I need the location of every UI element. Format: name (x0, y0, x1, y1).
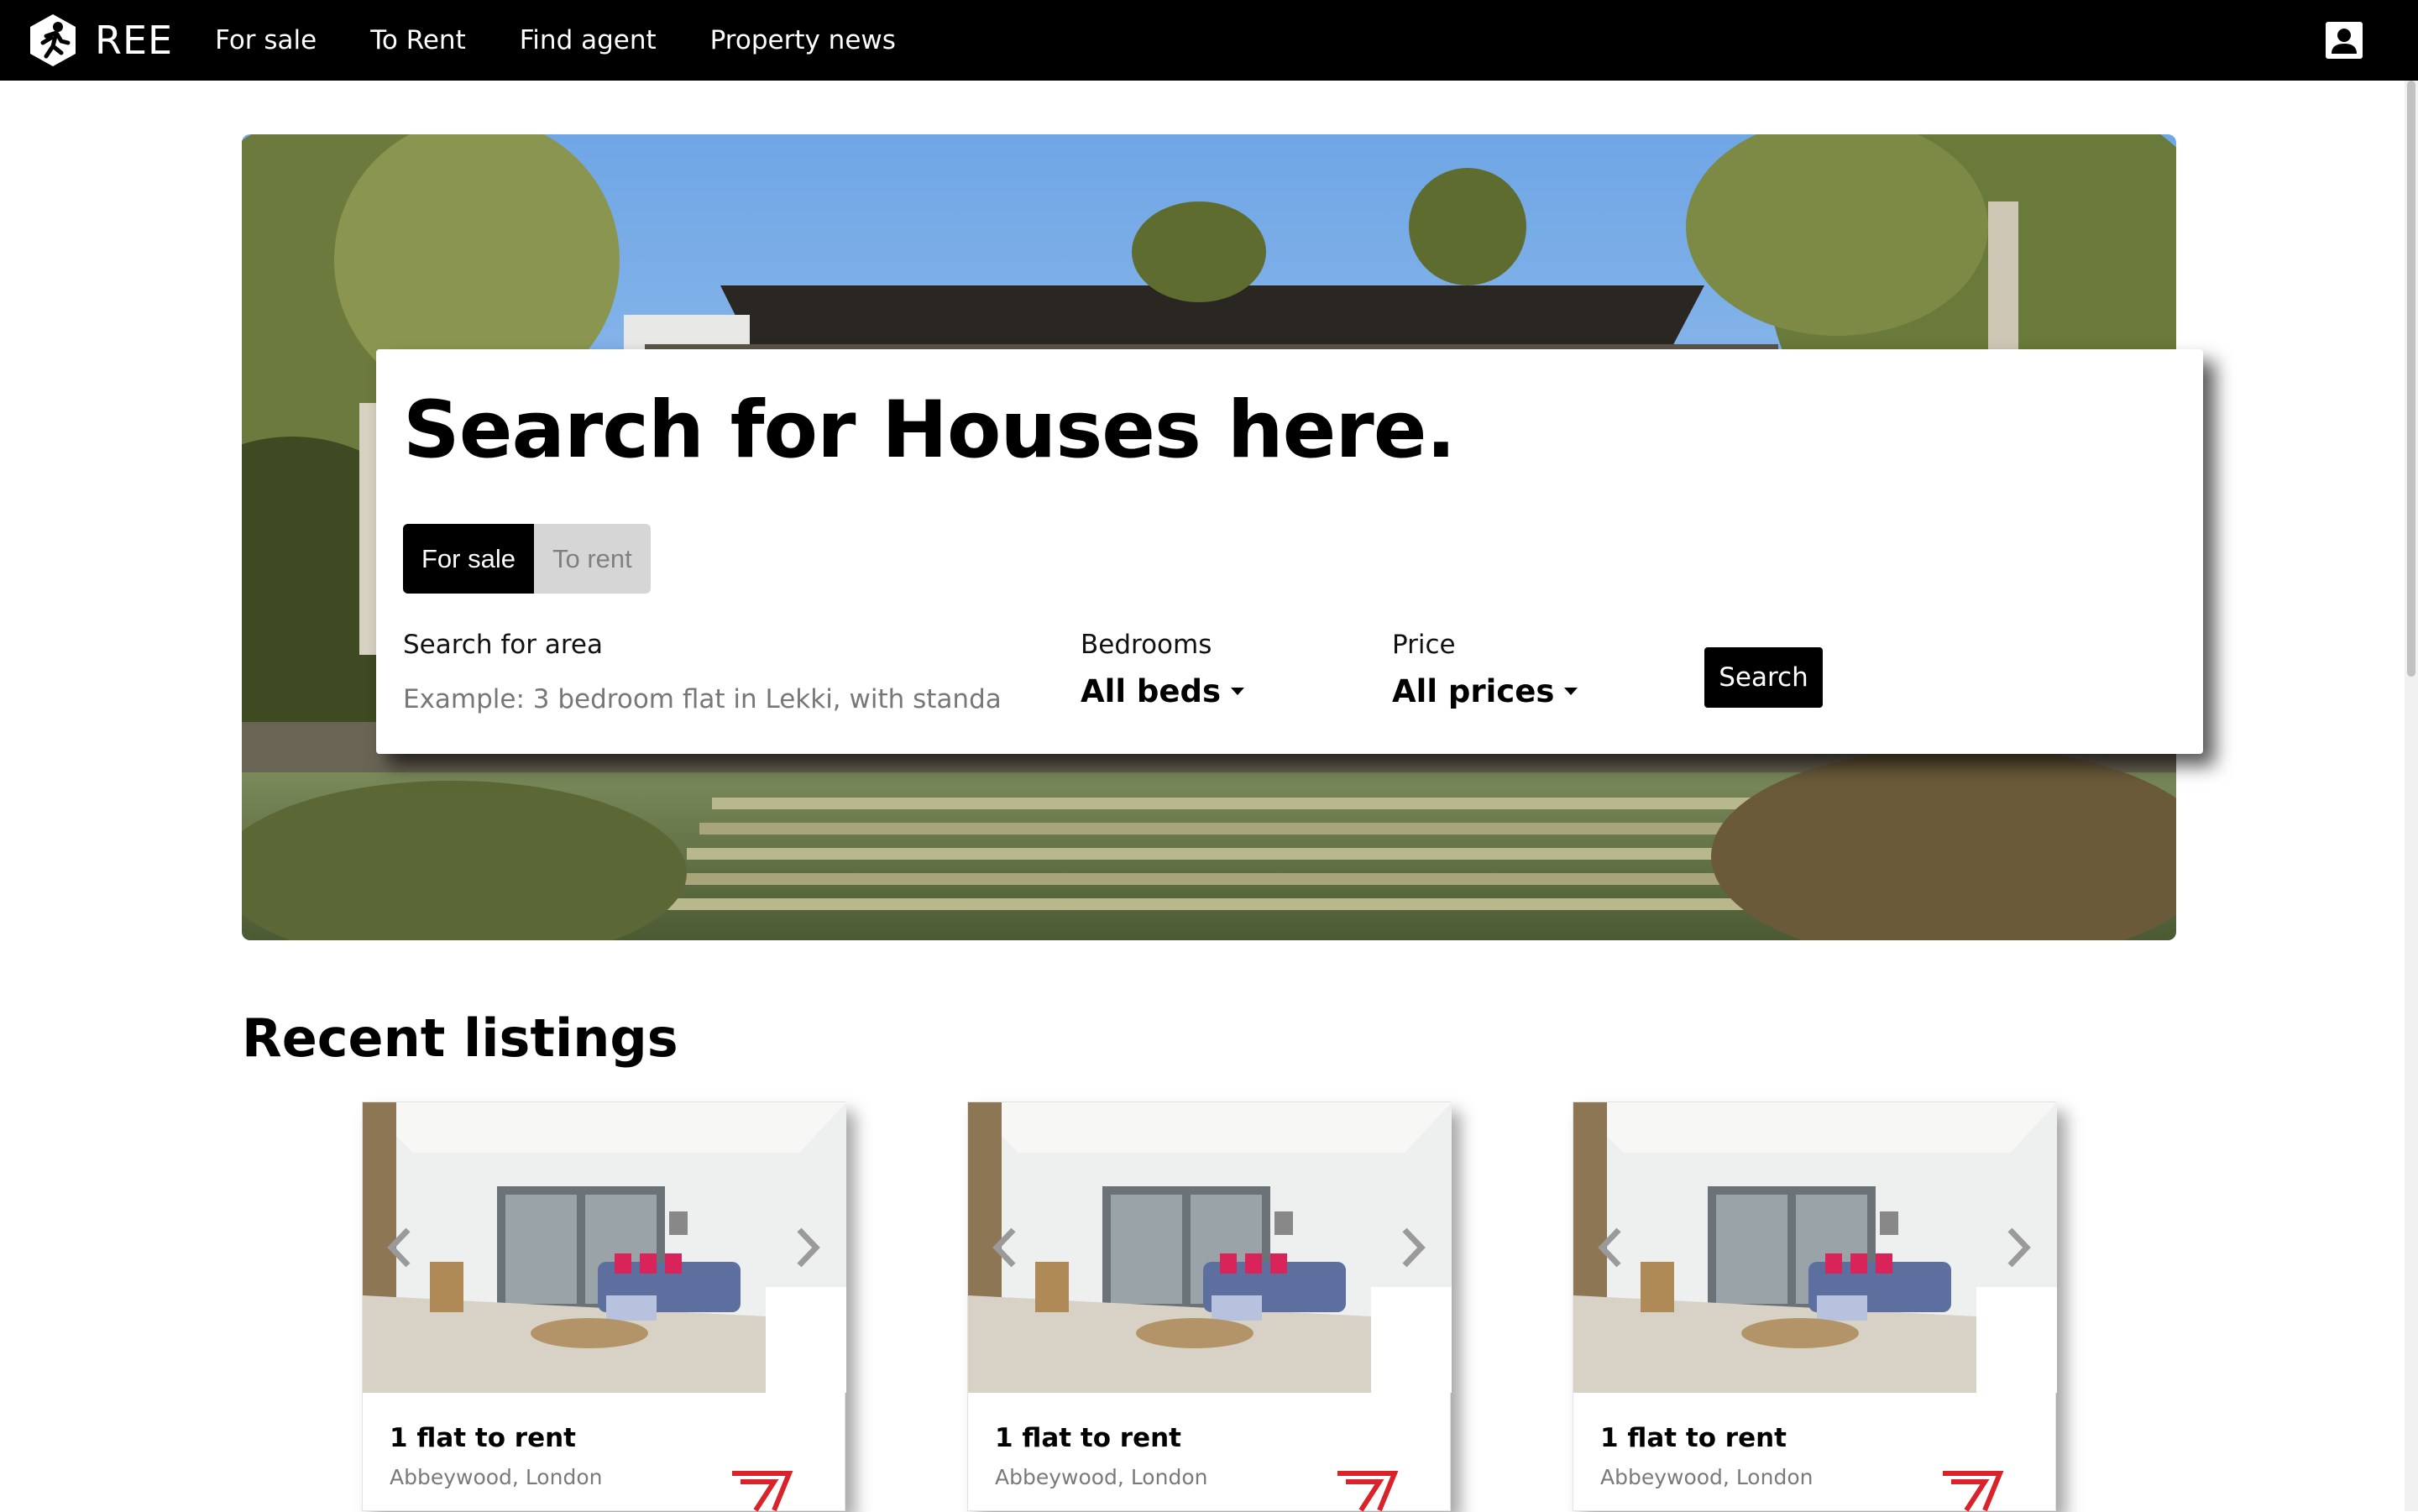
bedrooms-dropdown[interactable]: All beds (1081, 673, 1244, 709)
nav-link-for-sale[interactable]: For sale (215, 25, 317, 55)
chevron-left-icon[interactable] (383, 1227, 416, 1269)
toggle-for-sale-button[interactable]: For sale (403, 524, 534, 594)
living-room-image (363, 1102, 846, 1393)
living-room-image (1573, 1102, 2057, 1393)
top-navbar: REE For sale To Rent Find agent Property… (0, 0, 2418, 81)
agent-logo-icon (725, 1467, 793, 1512)
area-search-input[interactable] (403, 678, 1001, 720)
listing-card[interactable]: 1 flat to rent Abbeywood, London (362, 1101, 846, 1512)
listing-title[interactable]: 1 flat to rent (390, 1423, 576, 1453)
living-room-image (968, 1102, 1452, 1393)
search-title: Search for Houses here. (403, 385, 1456, 476)
listing-location: Abbeywood, London (390, 1465, 603, 1489)
bedrooms-label: Bedrooms (1081, 630, 1212, 660)
listing-card[interactable]: 1 flat to rent Abbeywood, London (967, 1101, 1452, 1512)
search-button[interactable]: Search (1704, 647, 1823, 708)
listing-card[interactable]: 1 flat to rent Abbeywood, London (1573, 1101, 2057, 1512)
price-value: All prices (1392, 673, 1555, 709)
nav-link-to-rent[interactable]: To Rent (370, 25, 466, 55)
listing-photo (363, 1102, 846, 1393)
recent-listings-title: Recent listings (242, 1007, 678, 1069)
price-dropdown[interactable]: All prices (1392, 673, 1578, 709)
listing-location: Abbeywood, London (1600, 1465, 1814, 1489)
account-icon[interactable] (2324, 20, 2364, 60)
sale-rent-toggle: For sale To rent (403, 524, 651, 594)
listing-location: Abbeywood, London (995, 1465, 1208, 1489)
nav-link-find-agent[interactable]: Find agent (520, 25, 657, 55)
brand-home-link[interactable]: REE (28, 13, 173, 68)
chevron-right-icon[interactable] (791, 1227, 824, 1269)
scrollbar-thumb[interactable] (2407, 81, 2415, 677)
chevron-left-icon[interactable] (1594, 1227, 1627, 1269)
agent-logo-icon (1936, 1467, 2004, 1512)
nav-links: For sale To Rent Find agent Property new… (215, 25, 950, 55)
agent-logo-icon (1331, 1467, 1399, 1512)
listing-photo (968, 1102, 1452, 1393)
bedrooms-value: All beds (1081, 673, 1221, 709)
listing-title[interactable]: 1 flat to rent (995, 1423, 1181, 1453)
caret-down-icon (1564, 688, 1578, 695)
chevron-left-icon[interactable] (988, 1227, 1022, 1269)
price-label: Price (1392, 630, 1456, 660)
page-scrollbar[interactable] (2405, 81, 2418, 1511)
chevron-right-icon[interactable] (1396, 1227, 1430, 1269)
caret-down-icon (1230, 688, 1244, 695)
search-card: Search for Houses here. For sale To rent… (376, 349, 2203, 754)
listing-title[interactable]: 1 flat to rent (1600, 1423, 1787, 1453)
chevron-right-icon[interactable] (2002, 1227, 2035, 1269)
listing-photo (1573, 1102, 2057, 1393)
brand-name: REE (95, 18, 174, 63)
area-label: Search for area (403, 630, 603, 660)
nav-link-property-news[interactable]: Property news (710, 25, 896, 55)
toggle-to-rent-button[interactable]: To rent (533, 524, 651, 594)
brand-logo-icon (30, 14, 76, 66)
